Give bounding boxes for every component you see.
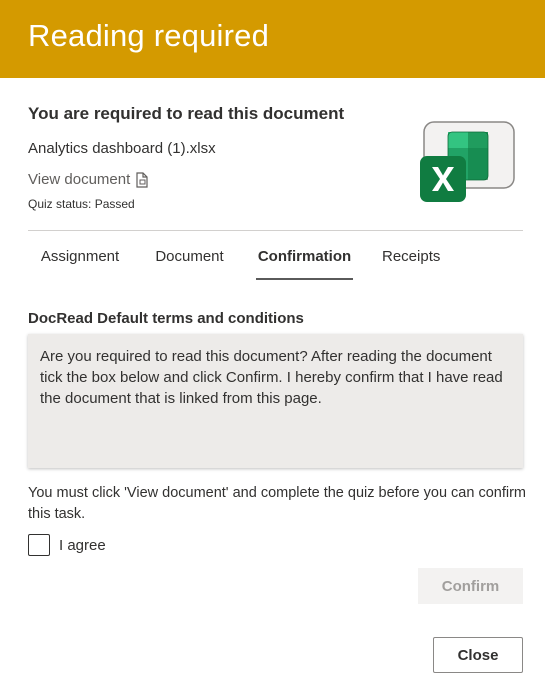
section-divider (28, 230, 523, 231)
quiz-status: Quiz status: Passed (28, 197, 135, 211)
terms-text: Are you required to read this document? … (28, 334, 523, 468)
agree-checkbox[interactable] (28, 534, 50, 556)
confirm-button[interactable]: Confirm (418, 568, 523, 604)
confirm-notice: You must click 'View document' and compl… (28, 485, 526, 522)
document-heading: You are required to read this document (28, 104, 345, 123)
document-preview-icon (136, 171, 148, 188)
tab-assignment[interactable]: Assignment (39, 240, 121, 280)
terms-title: DocRead Default terms and conditions (28, 310, 304, 327)
tab-receipts[interactable]: Receipts (382, 240, 440, 280)
agree-label: I agree (59, 536, 106, 554)
excel-file-icon (420, 121, 515, 202)
dialog-title: Reading required (28, 18, 270, 53)
agree-row: I agree (28, 534, 106, 556)
tab-confirmation[interactable]: Confirmation (256, 240, 353, 280)
tab-document[interactable]: Document (153, 240, 226, 280)
close-button[interactable]: Close (433, 637, 523, 673)
file-name: Analytics dashboard (1).xlsx (28, 140, 216, 157)
view-document-label: View document (28, 171, 131, 188)
dialog-header: Reading required (0, 0, 545, 78)
view-document-link[interactable]: View document (28, 171, 149, 188)
